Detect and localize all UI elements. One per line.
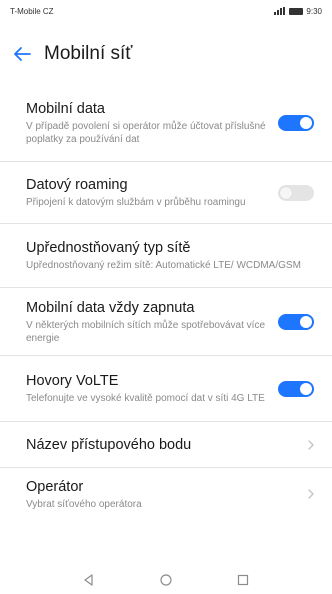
setting-title: Mobilní data — [26, 100, 105, 117]
square-recent-icon — [238, 574, 249, 586]
mobile-data-always-on-toggle[interactable] — [278, 313, 314, 330]
setting-title: Hovory VoLTE — [26, 373, 119, 389]
setting-subtitle: V některých mobilních sítích může spotře… — [26, 319, 265, 344]
chevron-right-icon — [308, 439, 314, 450]
carrier-name: T-Mobile CZ — [10, 6, 54, 16]
page-title: Mobilní síť — [44, 43, 133, 64]
setting-title: Název přístupového bodu — [26, 436, 192, 453]
nav-home-button[interactable] — [152, 566, 180, 594]
setting-title: Datový roaming — [26, 177, 128, 193]
nav-recent-button[interactable] — [229, 566, 257, 594]
setting-subtitle: Upřednostňovaný režim sítě: Automatické … — [26, 260, 301, 271]
status-icons: 9:30 — [274, 7, 322, 16]
data-roaming-toggle[interactable] — [278, 184, 314, 201]
setting-preferred-network-type[interactable]: Upřednostňovaný typ sítě Upřednostňovaný… — [0, 224, 332, 288]
setting-subtitle: V případě povolení si operátor může účto… — [26, 120, 266, 145]
signal-icon — [274, 7, 286, 15]
nav-back-button[interactable] — [75, 566, 103, 594]
circle-home-icon — [160, 574, 172, 586]
back-arrow-icon[interactable] — [2, 34, 42, 74]
setting-subtitle: Vybrat síťového operátora — [26, 498, 142, 510]
status-bar: T-Mobile CZ 9:30 — [0, 0, 332, 18]
status-time: 9:30 — [306, 6, 322, 16]
chevron-right-icon — [308, 489, 314, 499]
triangle-back-icon — [84, 574, 93, 586]
settings-list: Mobilní data V případě povolení si operá… — [0, 84, 332, 520]
setting-title: Operátor — [26, 478, 84, 495]
system-nav-bar — [0, 566, 332, 594]
setting-subtitle: Připojení k datovým službám v průběhu ro… — [26, 197, 246, 208]
setting-subtitle: Telefonujte ve vysoké kvalitě pomocí dat… — [26, 393, 265, 404]
setting-title: Upřednostňovaný typ sítě — [26, 240, 191, 256]
setting-data-roaming[interactable]: Datový roaming Připojení k datovým služb… — [0, 162, 332, 224]
setting-mobile-data[interactable]: Mobilní data V případě povolení si operá… — [0, 84, 332, 162]
mobile-data-toggle[interactable] — [278, 114, 314, 131]
setting-title: Mobilní data vždy zapnuta — [26, 299, 195, 316]
volte-toggle[interactable] — [278, 380, 314, 397]
setting-access-point-name[interactable]: Název přístupového bodu — [0, 422, 332, 468]
setting-mobile-data-always-on[interactable]: Mobilní data vždy zapnuta V některých mo… — [0, 288, 332, 356]
setting-volte-calls[interactable]: Hovory VoLTE Telefonujte ve vysoké kvali… — [0, 356, 332, 422]
setting-operator[interactable]: Operátor Vybrat síťového operátora — [0, 468, 332, 520]
app-bar: Mobilní síť — [0, 34, 332, 74]
battery-icon — [289, 7, 304, 15]
